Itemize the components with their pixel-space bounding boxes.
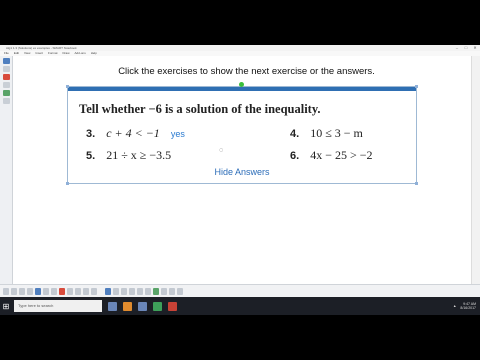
screen-shade-icon[interactable]	[67, 287, 73, 295]
line-tool-icon[interactable]	[137, 287, 143, 295]
magic-pen-icon[interactable]	[153, 287, 159, 295]
mouse-cursor-icon: ◌	[219, 147, 224, 154]
clock[interactable]: 9:47 AM 8/16/2017	[460, 302, 476, 310]
recorder-app-icon[interactable]	[168, 301, 177, 311]
fill-tool-icon[interactable]	[161, 287, 167, 295]
resize-handle-top-right[interactable]	[415, 85, 418, 88]
lesson-activity-icon[interactable]	[2, 98, 10, 104]
paste-icon[interactable]	[35, 287, 41, 295]
undo-icon[interactable]	[43, 287, 49, 295]
creative-pen-icon[interactable]	[121, 287, 127, 295]
rotate-handle[interactable]	[239, 82, 244, 87]
exercise-answer: yes	[170, 129, 185, 139]
document-camera-icon[interactable]	[91, 287, 97, 295]
shapes-tool-icon[interactable]	[145, 287, 151, 295]
resize-handle-bottom-left[interactable]	[66, 182, 69, 185]
exercise-number: 6.	[290, 150, 300, 162]
video-letterbox-top	[0, 0, 480, 45]
edge-browser-icon[interactable]	[138, 301, 147, 311]
exercise-4[interactable]: 4. 10 ≤ 3 − m	[290, 126, 363, 141]
add-page-icon[interactable]	[19, 287, 25, 295]
side-tabs-toolbar	[0, 56, 13, 284]
attachments-icon[interactable]	[2, 74, 10, 80]
widget-header-bar	[68, 87, 416, 91]
exercise-expression: 21 ÷ x ≥ −3.5	[106, 148, 172, 162]
pen-tool-icon[interactable]	[113, 287, 119, 295]
start-windows-icon[interactable]: ⊞	[0, 297, 12, 315]
table-icon[interactable]	[83, 287, 89, 295]
file-explorer-icon[interactable]	[123, 301, 132, 311]
notebook-page: Click the exercises to show the next exe…	[13, 56, 480, 284]
windows-taskbar: ⊞ Type here to search ▲ 9:47 AM 8/16/201…	[0, 297, 480, 315]
window-title: Alg1 1.3 (Solutions) ex examples - SMART…	[6, 46, 77, 50]
delete-icon[interactable]	[59, 287, 65, 295]
vertical-scrollbar[interactable]	[471, 56, 480, 284]
notification-icon[interactable]: ▲	[453, 304, 456, 308]
text-tool-icon[interactable]	[169, 287, 175, 295]
properties-icon[interactable]	[2, 82, 10, 88]
properties-tool-icon[interactable]	[177, 287, 183, 295]
exercise-widget[interactable]: Tell whether −6 is a solution of the ine…	[66, 82, 418, 185]
smart-notebook-window: Alg1 1.3 (Solutions) ex examples - SMART…	[0, 45, 480, 315]
previous-page-icon[interactable]	[3, 287, 9, 295]
select-tool-icon[interactable]	[105, 287, 111, 295]
gallery-icon[interactable]	[2, 66, 10, 72]
exercise-number: 4.	[290, 128, 300, 140]
exercise-6[interactable]: 6. 4x − 25 > −2	[290, 148, 373, 163]
exercise-expression: 4x − 25 > −2	[310, 148, 373, 162]
exercise-expression: 10 ≤ 3 − m	[310, 126, 363, 140]
taskbar-search-input[interactable]: Type here to search	[14, 300, 102, 312]
system-tray: ▲ 9:47 AM 8/16/2017	[453, 297, 476, 315]
exercise-expression: c + 4 < −1	[106, 126, 160, 140]
task-view-icon[interactable]	[108, 301, 117, 311]
exercise-number: 3.	[86, 128, 96, 140]
smart-notebook-app-icon[interactable]	[153, 301, 162, 311]
exercise-number: 5.	[86, 150, 96, 162]
video-letterbox-bottom	[0, 315, 480, 360]
bottom-toolbar	[0, 284, 480, 297]
save-icon[interactable]	[27, 287, 33, 295]
redo-icon[interactable]	[51, 287, 57, 295]
page-sorter-icon[interactable]	[2, 58, 10, 64]
taskbar-apps	[108, 301, 177, 311]
page-instruction: Click the exercises to show the next exe…	[118, 66, 375, 77]
hide-answers-button[interactable]: Hide Answers	[68, 167, 416, 177]
add-ons-icon[interactable]	[2, 90, 10, 96]
exercise-3[interactable]: 3. c + 4 < −1 yes	[86, 126, 185, 141]
question-text: Tell whether −6 is a solution of the ine…	[79, 102, 321, 116]
resize-handle-bottom-right[interactable]	[415, 182, 418, 185]
full-screen-icon[interactable]	[75, 287, 81, 295]
next-page-icon[interactable]	[11, 287, 17, 295]
clock-date: 8/16/2017	[460, 306, 476, 310]
eraser-tool-icon[interactable]	[129, 287, 135, 295]
exercise-5[interactable]: 5. 21 ÷ x ≥ −3.5	[86, 148, 171, 163]
resize-handle-top-left[interactable]	[66, 85, 69, 88]
